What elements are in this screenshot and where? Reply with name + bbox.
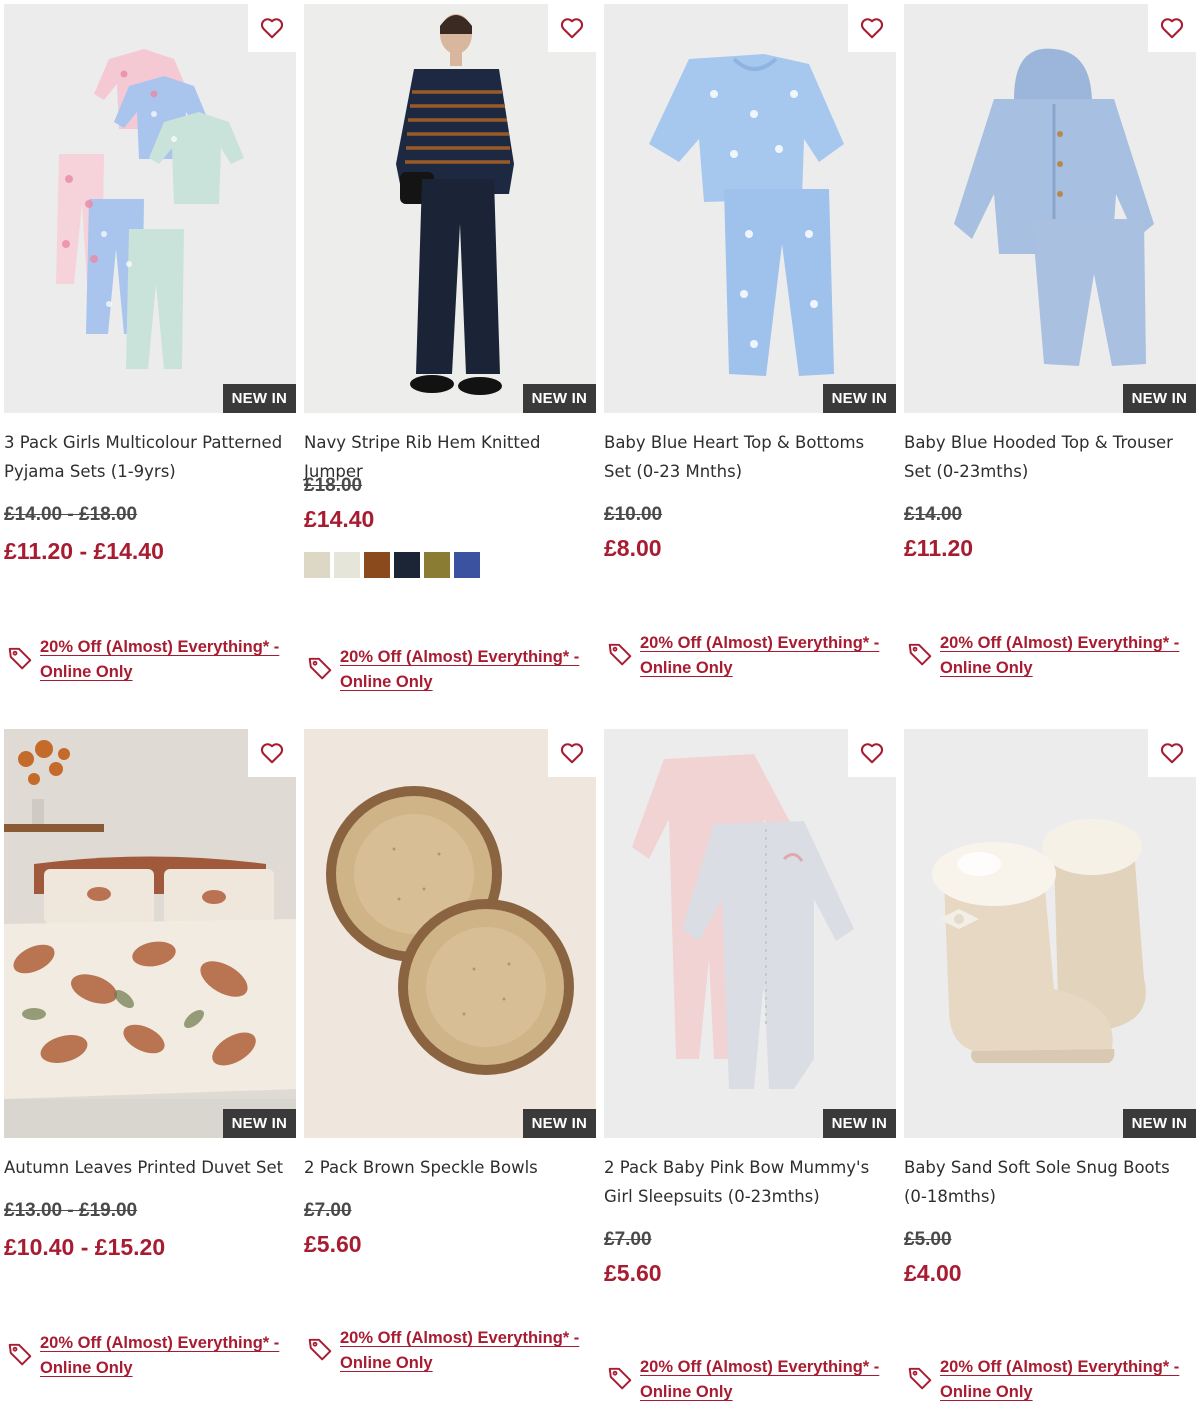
wishlist-button[interactable] <box>1148 729 1196 777</box>
wishlist-button[interactable] <box>248 4 296 52</box>
price-tag-icon <box>7 1341 33 1367</box>
new-in-badge: NEW IN <box>222 384 296 413</box>
colour-swatches <box>304 552 480 578</box>
wishlist-button[interactable] <box>1148 4 1196 52</box>
new-in-badge: NEW IN <box>822 384 896 413</box>
promo-link[interactable]: 20% Off (Almost) Everything* - Online On… <box>4 1331 296 1381</box>
promo-link[interactable]: 20% Off (Almost) Everything* - Online On… <box>304 645 596 695</box>
promo-text[interactable]: 20% Off (Almost) Everything* - Online On… <box>40 635 280 685</box>
product-title[interactable]: Baby Blue Heart Top & Bottoms Set (0-23 … <box>604 428 896 486</box>
product-title[interactable]: Baby Blue Hooded Top & Trouser Set (0-23… <box>904 428 1196 486</box>
price-tag-icon <box>907 1365 933 1391</box>
new-in-badge: NEW IN <box>1122 384 1196 413</box>
heart-outline-icon <box>259 740 285 766</box>
product-title[interactable]: 3 Pack Girls Multicolour Patterned Pyjam… <box>4 428 296 486</box>
wishlist-button[interactable] <box>848 4 896 52</box>
product-title[interactable]: 2 Pack Brown Speckle Bowls <box>304 1153 596 1182</box>
sale-price: £5.60 <box>304 1231 362 1257</box>
sale-price: £5.60 <box>604 1260 662 1286</box>
baby-blue-hooded-set-illustration <box>904 4 1196 413</box>
colour-swatch[interactable] <box>334 552 360 578</box>
price-tag-icon <box>907 641 933 667</box>
new-in-badge: NEW IN <box>1122 1109 1196 1138</box>
new-in-badge: NEW IN <box>222 1109 296 1138</box>
snug-boots-illustration <box>904 729 1196 1138</box>
product-image-snug-boots[interactable]: NEW IN <box>904 729 1196 1138</box>
heart-outline-icon <box>259 15 285 41</box>
colour-swatch[interactable] <box>424 552 450 578</box>
wishlist-button[interactable] <box>548 4 596 52</box>
price-tag-icon <box>307 1336 333 1362</box>
autumn-duvet-illustration <box>4 729 296 1138</box>
product-image-baby-blue-heart-set[interactable]: NEW IN <box>604 4 896 413</box>
wishlist-button[interactable] <box>848 729 896 777</box>
original-price: £7.00 <box>304 1200 352 1221</box>
speckle-bowls-illustration <box>304 729 596 1138</box>
sale-price: £14.40 <box>304 506 375 532</box>
original-price: £10.00 <box>604 504 663 525</box>
promo-text[interactable]: 20% Off (Almost) Everything* - Online On… <box>340 645 580 695</box>
product-title[interactable]: 2 Pack Baby Pink Bow Mummy's Girl Sleeps… <box>604 1153 896 1211</box>
original-price: £14.00 - £18.00 <box>4 504 138 525</box>
price-tag-icon <box>7 645 33 671</box>
promo-text[interactable]: 20% Off (Almost) Everything* - Online On… <box>40 1331 280 1381</box>
product-image-speckle-bowls[interactable]: NEW IN <box>304 729 596 1138</box>
promo-link[interactable]: 20% Off (Almost) Everything* - Online On… <box>4 635 296 685</box>
product-image-autumn-duvet[interactable]: NEW IN <box>4 729 296 1138</box>
promo-text[interactable]: 20% Off (Almost) Everything* - Online On… <box>940 631 1180 681</box>
promo-link[interactable]: 20% Off (Almost) Everything* - Online On… <box>904 631 1196 681</box>
promo-link[interactable]: 20% Off (Almost) Everything* - Online On… <box>604 1355 896 1405</box>
original-price: £18.00 <box>304 475 363 496</box>
product-title[interactable]: Autumn Leaves Printed Duvet Set <box>4 1153 296 1182</box>
original-price: £14.00 <box>904 504 963 525</box>
new-in-badge: NEW IN <box>522 1109 596 1138</box>
price-tag-icon <box>607 641 633 667</box>
sale-price: £10.40 - £15.20 <box>4 1234 166 1260</box>
original-price: £5.00 <box>904 1229 952 1250</box>
sale-price: £11.20 <box>904 535 974 561</box>
product-image-pyjama-sets[interactable]: NEW IN <box>4 4 296 413</box>
heart-outline-icon <box>859 740 885 766</box>
original-price: £7.00 <box>604 1229 652 1250</box>
heart-outline-icon <box>859 15 885 41</box>
new-in-badge: NEW IN <box>822 1109 896 1138</box>
product-image-baby-blue-hooded-set[interactable]: NEW IN <box>904 4 1196 413</box>
wishlist-button[interactable] <box>548 729 596 777</box>
product-title[interactable]: Baby Sand Soft Sole Snug Boots (0-18mths… <box>904 1153 1196 1211</box>
promo-text[interactable]: 20% Off (Almost) Everything* - Online On… <box>640 631 880 681</box>
navy-jumper-illustration <box>304 4 596 413</box>
colour-swatch[interactable] <box>304 552 330 578</box>
wishlist-button[interactable] <box>248 729 296 777</box>
baby-blue-heart-set-illustration <box>604 4 896 413</box>
promo-text[interactable]: 20% Off (Almost) Everything* - Online On… <box>340 1326 580 1376</box>
heart-outline-icon <box>1159 15 1185 41</box>
promo-text[interactable]: 20% Off (Almost) Everything* - Online On… <box>940 1355 1180 1405</box>
colour-swatch[interactable] <box>394 552 420 578</box>
colour-swatch[interactable] <box>454 552 480 578</box>
sleepsuits-illustration <box>604 729 896 1138</box>
promo-text[interactable]: 20% Off (Almost) Everything* - Online On… <box>640 1355 880 1405</box>
promo-link[interactable]: 20% Off (Almost) Everything* - Online On… <box>604 631 896 681</box>
sale-price: £11.20 - £14.40 <box>4 538 164 564</box>
price-tag-icon <box>307 655 333 681</box>
new-in-badge: NEW IN <box>522 384 596 413</box>
sale-price: £8.00 <box>604 535 662 561</box>
colour-swatch[interactable] <box>364 552 390 578</box>
heart-outline-icon <box>559 740 585 766</box>
product-image-sleepsuits[interactable]: NEW IN <box>604 729 896 1138</box>
promo-link[interactable]: 20% Off (Almost) Everything* - Online On… <box>904 1355 1196 1405</box>
original-price: £13.00 - £19.00 <box>4 1200 138 1221</box>
heart-outline-icon <box>559 15 585 41</box>
pyjama-sets-illustration <box>4 4 296 413</box>
promo-link[interactable]: 20% Off (Almost) Everything* - Online On… <box>304 1326 596 1376</box>
product-image-navy-jumper[interactable]: NEW IN <box>304 4 596 413</box>
sale-price: £4.00 <box>904 1260 962 1286</box>
heart-outline-icon <box>1159 740 1185 766</box>
price-tag-icon <box>607 1365 633 1391</box>
